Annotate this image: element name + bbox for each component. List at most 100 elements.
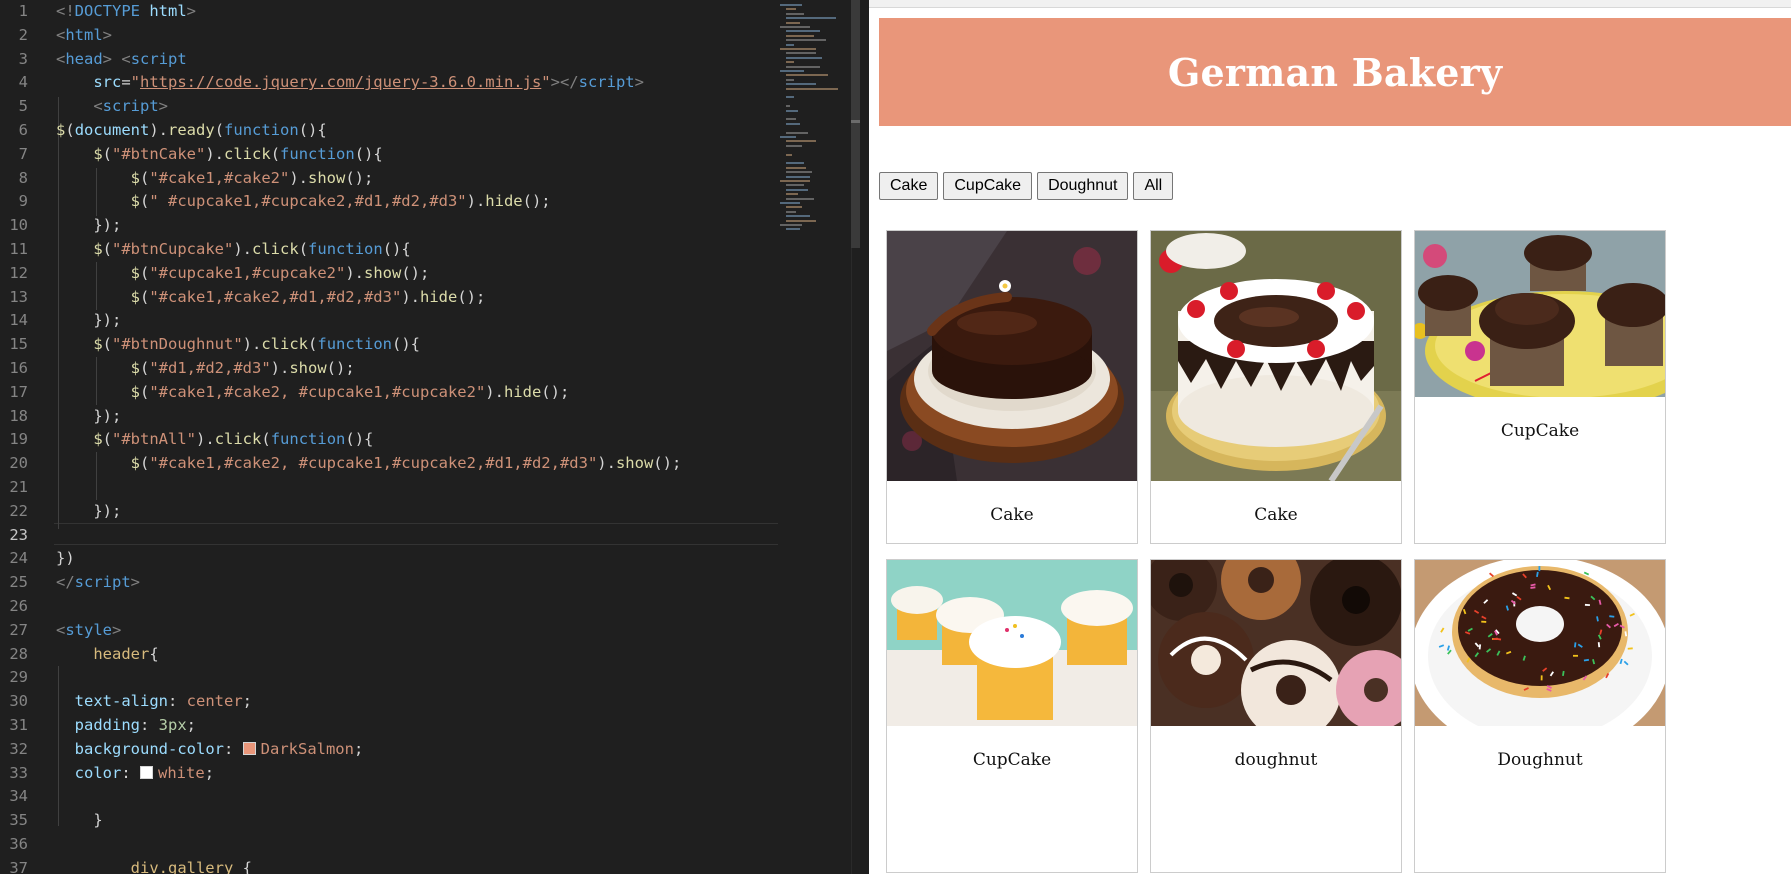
line-number: 32 (9, 739, 28, 758)
minimap-line (786, 210, 796, 213)
minimap-line (786, 43, 794, 46)
sprinkle (1540, 675, 1543, 681)
page-title: German Bakery (1167, 49, 1503, 95)
vanilla-cupcakes-image[interactable] (887, 560, 1137, 726)
minimap-line (786, 215, 810, 218)
code-line: }); (56, 216, 122, 235)
line-number-active: 23 (9, 525, 28, 544)
code-line: color: white; (74, 763, 215, 782)
minimap-line (786, 228, 800, 231)
code-line: $("#btnAll").click(function(){ (93, 430, 374, 449)
code-lines: <!DOCTYPE html> <html> <head> <script sr… (56, 0, 776, 874)
card-caption: CupCake (972, 750, 1052, 770)
line-number: 26 (9, 597, 28, 615)
minimap-line (786, 197, 814, 200)
line-number: 29 (9, 668, 28, 687)
minimap-line (786, 193, 798, 196)
preview-top-bar (869, 0, 1791, 8)
screen: 1 2 3 4 5 6 7 8 9 10 11 12 13 14 15 16 1… (0, 0, 1791, 874)
line-number: 2 (18, 25, 28, 44)
code-line: $("#btnCupcake").click(function(){ (93, 240, 411, 258)
line-number: 19 (9, 430, 28, 449)
minimap-line (786, 206, 802, 209)
minimap-line (786, 166, 806, 169)
code-line: text-align: center; (74, 692, 253, 711)
line-number: 7 (18, 144, 28, 163)
gallery-card: Cake (1150, 230, 1402, 544)
sprinkle-doughnut-image[interactable] (1415, 560, 1665, 726)
code-line: <head> <script (56, 49, 187, 68)
code-line: $("#cake1,#cake2, #cupcake1,#cupcake2,#d… (130, 454, 682, 473)
code-line: padding: 3px; (74, 716, 197, 734)
sprinkle (1584, 603, 1590, 607)
doughnut-button[interactable]: Doughnut (1037, 172, 1129, 200)
minimap-line (786, 17, 836, 20)
minimap-line (786, 74, 828, 77)
line-number: 22 (9, 501, 28, 520)
all-button[interactable]: All (1133, 172, 1174, 200)
code-line: $("#cake1,#cake2, #cupcake1,#cupcake2").… (130, 382, 570, 401)
sprinkle (1481, 620, 1487, 623)
minimap-line (786, 78, 794, 81)
code-editor[interactable]: 1 2 3 4 5 6 7 8 9 10 11 12 13 14 15 16 1… (0, 0, 860, 874)
cupcake-button[interactable]: CupCake (943, 172, 1033, 200)
minimap-line (780, 136, 796, 138)
line-number: 24 (9, 549, 28, 568)
minimap-line (786, 118, 796, 121)
color-swatch-icon[interactable] (140, 765, 154, 779)
line-number: 11 (9, 240, 28, 258)
line-number-gutter: 1 2 3 4 5 6 7 8 9 10 11 12 13 14 15 16 1… (0, 0, 42, 874)
chocolate-cupcakes-image[interactable] (1415, 231, 1665, 397)
line-number: 30 (9, 692, 28, 711)
filter-buttons: Cake CupCake Doughnut All (879, 172, 1174, 200)
minimap-line (786, 140, 816, 143)
minimap[interactable] (778, 0, 856, 874)
card-caption: Doughnut (1497, 750, 1583, 770)
code-line: src="https://code.jquery.com/jquery-3.6.… (93, 73, 644, 92)
gallery-card: CupCake (886, 559, 1138, 873)
gallery-card: doughnut (1150, 559, 1402, 873)
code-line: } (56, 811, 103, 830)
black-forest-cake-image[interactable] (1151, 231, 1401, 481)
line-number: 35 (9, 811, 28, 830)
minimap-line (780, 26, 810, 28)
minimap-line (786, 8, 796, 11)
minimap-line (786, 52, 816, 55)
minimap-line (786, 105, 790, 108)
code-line: <style> (56, 620, 122, 639)
minimap-line (786, 56, 822, 59)
line-number: 17 (9, 382, 28, 401)
line-number: 21 (9, 478, 28, 496)
line-number: 13 (9, 287, 28, 306)
chocolate-cake-image[interactable] (887, 231, 1137, 481)
code-line: </script> (56, 573, 141, 592)
minimap-line (786, 184, 804, 187)
code-line: $("#btnDoughnut").click(function(){ (93, 335, 421, 354)
code-line: }); (56, 311, 122, 330)
minimap-line (786, 83, 816, 86)
gallery-card: Doughnut (1414, 559, 1666, 873)
minimap-line (786, 175, 810, 178)
assorted-doughnuts-image[interactable] (1151, 560, 1401, 726)
code-line: <script> (93, 97, 169, 116)
line-number: 20 (9, 454, 28, 473)
line-number: 12 (9, 263, 28, 282)
code-line: }); (56, 501, 122, 520)
line-number: 28 (9, 644, 28, 663)
cake-button[interactable]: Cake (879, 172, 939, 200)
minimap-line (786, 219, 816, 222)
line-number: 34 (9, 787, 28, 806)
minimap-line (786, 122, 800, 125)
minimap-line (786, 171, 812, 174)
code-line: }) (56, 549, 75, 568)
code-line: $("#btnCake").click(function(){ (93, 144, 383, 163)
scrollbar-thumb[interactable] (851, 0, 860, 248)
line-number: 36 (9, 835, 28, 853)
gallery-card: CupCake (1414, 230, 1666, 544)
color-swatch-icon[interactable] (242, 741, 256, 755)
code-line: $("#cake1,#cake2").show(); (130, 168, 374, 187)
